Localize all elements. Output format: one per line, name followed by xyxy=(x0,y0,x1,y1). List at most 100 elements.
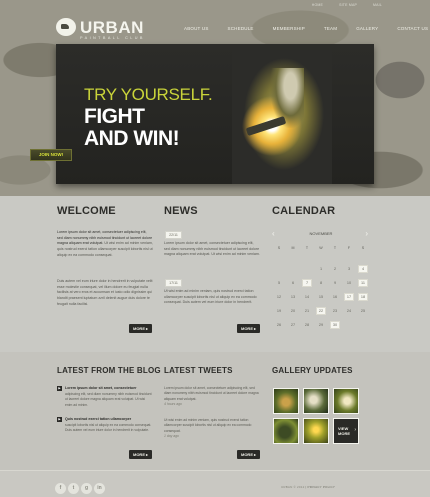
calendar-weekday: F xyxy=(347,246,351,250)
calendar-day[interactable]: 22 xyxy=(316,307,326,315)
copyright: URBAN © 2012 | PRIVACY POLICY xyxy=(281,485,335,489)
arrow-right-icon: ▶ xyxy=(57,386,62,391)
calendar-weekday: S xyxy=(277,246,281,250)
calendar-weekday: T xyxy=(333,246,337,250)
news-more-button[interactable]: MORE xyxy=(237,324,260,333)
twitter-icon[interactable]: t xyxy=(68,483,79,494)
calendar-day[interactable]: 27 xyxy=(286,321,300,329)
nav-team[interactable]: TEAM xyxy=(324,26,337,31)
nav-membership[interactable]: MEMBERSHIP xyxy=(273,26,305,31)
gallery-thumbnail[interactable] xyxy=(333,388,359,414)
calendar-day[interactable]: 2 xyxy=(328,265,342,273)
top-links: HOME SITE MAP MAIL xyxy=(312,3,382,7)
top-link-home[interactable]: HOME xyxy=(312,3,323,7)
gallery-thumbnail[interactable] xyxy=(273,388,299,414)
slide-headline-1: TRY YOURSELF. xyxy=(84,85,213,104)
calendar-day[interactable]: 11 xyxy=(358,279,368,287)
calendar-empty-cell xyxy=(300,265,314,273)
calendar-empty-cell xyxy=(272,265,286,273)
linkedin-icon[interactable]: in xyxy=(94,483,105,494)
news-date-2: 17/11 xyxy=(165,279,182,287)
facebook-icon[interactable]: f xyxy=(55,483,66,494)
calendar-month: NOVEMBER xyxy=(309,231,333,236)
calendar-day[interactable]: 7 xyxy=(302,279,312,287)
calendar-weekday: W xyxy=(319,246,323,250)
blog-item[interactable]: ▶ Lorem ipsum dolor sit amet, consectetu… xyxy=(57,386,152,414)
calendar-day[interactable]: 24 xyxy=(342,307,356,315)
blog-item-title[interactable]: Quis nostrud exerci tation ullamcorper xyxy=(65,417,153,421)
calendar-day[interactable]: 6 xyxy=(286,279,300,287)
calendar-day[interactable]: 21 xyxy=(300,307,314,315)
calendar-day[interactable]: 16 xyxy=(328,293,342,301)
copyright-text: URBAN © 2012 xyxy=(281,485,305,489)
paintball-mask-icon xyxy=(56,18,76,36)
gallery-view-more-button[interactable]: VIEW MORE › xyxy=(333,418,359,444)
calendar-day[interactable]: 18 xyxy=(358,293,368,301)
arrow-right-icon: ▶ xyxy=(57,417,62,422)
calendar-header: ‹ NOVEMBER › xyxy=(272,229,370,238)
join-now-button[interactable]: JOIN NOW! xyxy=(30,149,72,161)
blog-item-text: suscipit lobortis nisl ut aliquip ex ea … xyxy=(65,423,152,433)
calendar-empty-cell xyxy=(286,265,300,273)
logo-name: URBAN xyxy=(80,17,144,37)
hero-slider: TRY YOURSELF. FIGHT AND WIN! xyxy=(56,44,374,184)
top-link-mail[interactable]: MAIL xyxy=(373,3,382,7)
news-item-1: Lorem ipsum dolor sit amet, consectetuer… xyxy=(164,241,260,257)
welcome-more-button[interactable]: MORE xyxy=(129,324,152,333)
gallery-thumbnail[interactable] xyxy=(273,418,299,444)
tweet-text: Ut wisi enim ad minim veniam, quis nostr… xyxy=(164,418,252,433)
calendar-next-icon[interactable]: › xyxy=(365,229,368,238)
paintball-player-image xyxy=(232,44,332,184)
calendar-weekdays: SMTWTFS xyxy=(272,246,370,250)
calendar-title: CALENDAR xyxy=(272,205,336,217)
calendar-day[interactable]: 5 xyxy=(272,279,286,287)
calendar-day[interactable]: 30 xyxy=(330,321,340,329)
news-date-1: 22/11 xyxy=(165,231,182,239)
blog-item[interactable]: ▶ Quis nostrud exerci tation ullamcorper… xyxy=(57,417,152,445)
calendar-empty-cell xyxy=(356,321,370,329)
blog-more-button[interactable]: MORE xyxy=(129,450,152,459)
welcome-text-2: Duis autem vel eum iriure dolor in hendr… xyxy=(57,279,153,306)
gallery-thumbnail[interactable] xyxy=(303,388,329,414)
calendar-day[interactable]: 8 xyxy=(314,279,328,287)
calendar-grid: 1 2 3 4 5 6 7 8 9 10 11 12 13 14 15 16 17 18 19 20 21 22 23 24 2… xyxy=(272,265,370,329)
tweets-more-button[interactable]: MORE xyxy=(237,450,260,459)
calendar-day[interactable]: 12 xyxy=(272,293,286,301)
calendar-day[interactable]: 14 xyxy=(300,293,314,301)
main-nav: ABOUT US SCHEDULE MEMBERSHIP TEAM GALLER… xyxy=(184,26,428,31)
nav-gallery[interactable]: GALLERY xyxy=(356,26,378,31)
slide-headline-3: AND WIN! xyxy=(84,127,180,150)
calendar-day[interactable]: 9 xyxy=(328,279,342,287)
calendar-day[interactable]: 23 xyxy=(328,307,342,315)
calendar-day[interactable]: 25 xyxy=(356,307,370,315)
calendar-day[interactable]: 28 xyxy=(300,321,314,329)
blog-item-text: adipiscing elit, sed diam nonummy nibh e… xyxy=(65,392,152,407)
calendar-day[interactable]: 1 xyxy=(314,265,328,273)
privacy-policy-link[interactable]: | PRIVACY POLICY xyxy=(306,485,336,489)
calendar-day[interactable]: 20 xyxy=(286,307,300,315)
gallery-thumbnail[interactable] xyxy=(303,418,329,444)
calendar-day[interactable]: 4 xyxy=(358,265,368,273)
blog-title: LATEST FROM THE BLOG xyxy=(57,366,161,375)
logo[interactable]: URBAN xyxy=(56,18,144,36)
blog-item-title[interactable]: Lorem ipsum dolor sit amet, consectetuer xyxy=(65,386,153,390)
calendar-day[interactable]: 17 xyxy=(344,293,354,301)
calendar-day[interactable]: 3 xyxy=(342,265,356,273)
calendar-day[interactable]: 19 xyxy=(272,307,286,315)
calendar-day[interactable]: 15 xyxy=(314,293,328,301)
nav-contact-us[interactable]: CONTACT US xyxy=(397,26,428,31)
news-item-2: Ut wisi enim ad minim veniam, quis nostr… xyxy=(164,289,257,305)
top-link-sitemap[interactable]: SITE MAP xyxy=(339,3,357,7)
social-links: f t g in xyxy=(55,483,105,494)
google-plus-icon[interactable]: g xyxy=(81,483,92,494)
calendar-day[interactable]: 10 xyxy=(342,279,356,287)
nav-about-us[interactable]: ABOUT US xyxy=(184,26,209,31)
logo-tagline: PAINTBALL CLUB xyxy=(80,36,145,40)
calendar-day[interactable]: 26 xyxy=(272,321,286,329)
calendar-day[interactable]: 13 xyxy=(286,293,300,301)
calendar-day[interactable]: 29 xyxy=(314,321,328,329)
tweet-time: 4 hours ago xyxy=(164,401,182,406)
nav-schedule[interactable]: SCHEDULE xyxy=(228,26,254,31)
chevron-right-icon: › xyxy=(354,427,356,433)
gallery-grid: VIEW MORE › xyxy=(273,388,361,444)
